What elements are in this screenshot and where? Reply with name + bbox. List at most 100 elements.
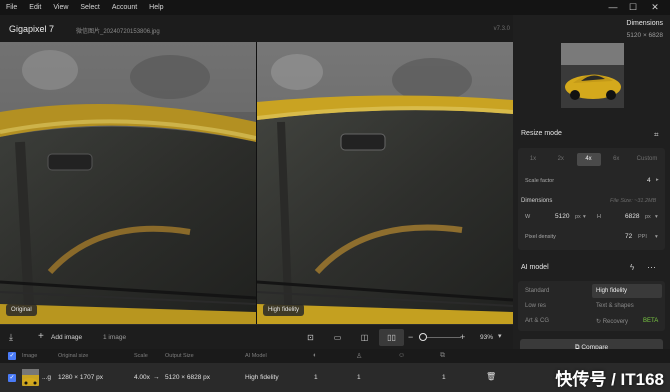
row-scale: 4.00x [134,374,150,381]
scale-2x[interactable]: 2x [549,153,573,166]
menu-account[interactable]: Account [106,4,143,11]
bottom-toolbar: ⤓ + Add image 1 image ⊡ ▭ ◫ ▯▯ − + 93% ▾ [0,324,513,349]
height-unit: px [645,214,651,220]
col-image: Image [22,353,38,359]
add-image-button[interactable]: Add image [51,334,82,341]
row-ai-model: High fidelity [245,374,279,381]
width-label: W [525,214,531,220]
col-scale: Scale [134,353,148,359]
settings-panel: Dimensions 5120 × 6828 Resize mode ⌗ 1x … [513,15,670,392]
pixel-density-value: 72 [625,233,633,240]
preview-pane[interactable]: High fidelity [257,42,513,324]
model-art-cg[interactable]: Art & CG [525,318,549,324]
row-image-name: ...g [42,374,52,381]
layers-icon: ⧉ [440,352,445,359]
dimensions-label: Dimensions [521,198,553,204]
row-original-size: 1280 × 1707 px [58,374,103,381]
model-high-fidelity[interactable]: High fidelity [596,288,627,294]
person-icon: ♙ [356,353,363,360]
density-chevron-icon[interactable]: ▾ [655,234,658,240]
scale-factor-value: 4 [647,177,651,184]
original-label: Original [6,304,37,316]
maximize-icon[interactable]: ☐ [626,1,640,13]
menu-bar: File Edit View Select Account Help [0,0,670,15]
row-col-c: 1 [442,374,446,381]
close-icon[interactable]: ✕ [648,1,662,13]
car-photo-enhanced [257,42,513,324]
zoom-in-icon[interactable]: + [460,331,465,343]
recovery-icon: ↻ [596,319,603,325]
version-label: v7.3.0 [493,26,510,32]
plus-icon[interactable]: + [38,331,44,343]
scale-4x[interactable]: 4x [576,153,601,166]
col-original-size: Original size [58,353,89,359]
dimensions-title: Dimensions [626,20,663,27]
row-arrow: → [153,374,160,381]
smile-icon: ☺ [398,352,406,359]
table-header: ✓ Image Original size Scale Output Size … [0,349,670,363]
delete-icon[interactable]: 🗑 [486,372,496,381]
col-output-size: Output Size [165,353,194,359]
zoom-chevron-icon[interactable]: ▾ [498,331,502,343]
menu-edit[interactable]: Edit [23,4,47,11]
zoom-out-icon[interactable]: − [408,331,413,343]
model-text-shapes[interactable]: Text & shapes [596,303,634,309]
row-col-a: 1 [314,374,318,381]
width-chevron-icon[interactable]: ▾ [583,214,586,220]
app-title: Gigapixel 7 [9,24,55,34]
width-value: 5120 [555,213,570,220]
fit-view-icon[interactable]: ⊡ [298,329,323,346]
row-thumbnail-image [22,369,39,385]
model-recovery-label: Recovery [602,319,629,325]
pixel-density-unit: PPI [638,234,647,240]
height-chevron-icon[interactable]: ▾ [655,214,658,220]
car-thumbnail [561,43,624,108]
select-all-checkbox[interactable]: ✓ [8,352,16,360]
row-checkbox[interactable]: ✓ [8,374,16,382]
file-size: File Size: ~31.2MB [610,198,657,204]
watermark: 快传号 / IT168 [555,370,664,389]
scale-1x[interactable]: 1x [521,153,545,166]
row-col-b: 1 [357,374,361,381]
height-label: H [597,214,601,220]
split-view-icon[interactable]: ◫ [352,329,377,346]
import-icon[interactable]: ⤓ [9,331,13,343]
car-photo-original [0,42,256,324]
more-options-icon[interactable]: ⋯ [647,261,656,273]
scale-6x[interactable]: 6x [604,153,628,166]
menu-view[interactable]: View [47,4,74,11]
menu-help[interactable]: Help [143,4,169,11]
model-low-res[interactable]: Low res [525,303,546,309]
model-standard[interactable]: Standard [525,288,549,294]
image-count: 1 image [103,334,127,341]
side-by-side-view-icon[interactable]: ▯▯ [379,329,404,346]
row-thumbnail [22,369,39,386]
scale-buttons: 1x 2x 4x 6x Custom [521,153,662,166]
pixel-density-label: Pixel density [525,234,556,240]
width-unit: px [575,214,581,220]
scale-factor-label: Scale factor [525,178,555,184]
beta-badge: BETA [643,318,659,324]
image-viewer[interactable]: Original High fidelity [0,42,513,324]
navigator-thumbnail[interactable] [561,43,624,108]
col-ai-model: AI Model [245,353,267,359]
height-value: 6828 [625,213,640,220]
original-pane[interactable]: Original [0,42,256,324]
menu-file[interactable]: File [0,4,23,11]
file-name: 微信图片_20240720153806.jpg [76,29,160,35]
scale-custom[interactable]: Custom [632,153,662,166]
dimensions-value: 5120 × 6828 [626,32,663,39]
zoom-slider-handle[interactable] [419,333,427,341]
single-view-icon[interactable]: ▭ [325,329,350,346]
crop-icon[interactable]: ⌗ [654,129,659,141]
face-icon: ◐ [313,352,318,359]
model-preview-label: High fidelity [263,304,305,316]
lightning-icon[interactable]: ϟ [630,262,634,274]
row-output-size: 5120 × 6828 px [165,374,210,381]
model-recovery[interactable]: ↻ Recovery [596,318,628,325]
menu-select[interactable]: Select [74,4,105,11]
title-bar: Gigapixel 7 微信图片_20240720153806.jpg v7.3… [0,15,513,42]
stepper-icon[interactable]: ▸ [656,177,659,183]
minimize-icon[interactable]: — [606,1,620,13]
resize-mode-title: Resize mode [521,130,562,137]
